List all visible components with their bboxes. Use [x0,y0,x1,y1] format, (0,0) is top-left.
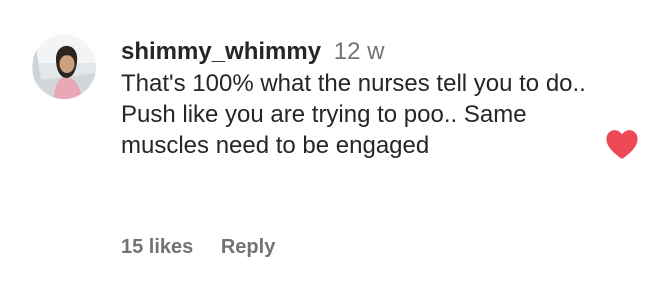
avatar-image [32,35,96,99]
comment-timestamp[interactable]: 12 w [334,38,385,65]
comment-text: That's 100% what the nurses tell you to … [121,70,586,159]
avatar[interactable] [32,35,96,99]
heart-icon[interactable] [605,128,639,160]
comment-content: shimmy_whimmy 12 w That's 100% what the … [121,36,591,161]
username[interactable]: shimmy_whimmy [121,38,321,65]
comment-actions: 15 likes Reply [121,233,275,261]
comment-header: shimmy_whimmy 12 w [121,36,591,68]
likes-count[interactable]: 15 likes [121,236,193,258]
comment-item: shimmy_whimmy 12 w That's 100% what the … [0,0,670,290]
reply-button[interactable]: Reply [221,236,275,258]
